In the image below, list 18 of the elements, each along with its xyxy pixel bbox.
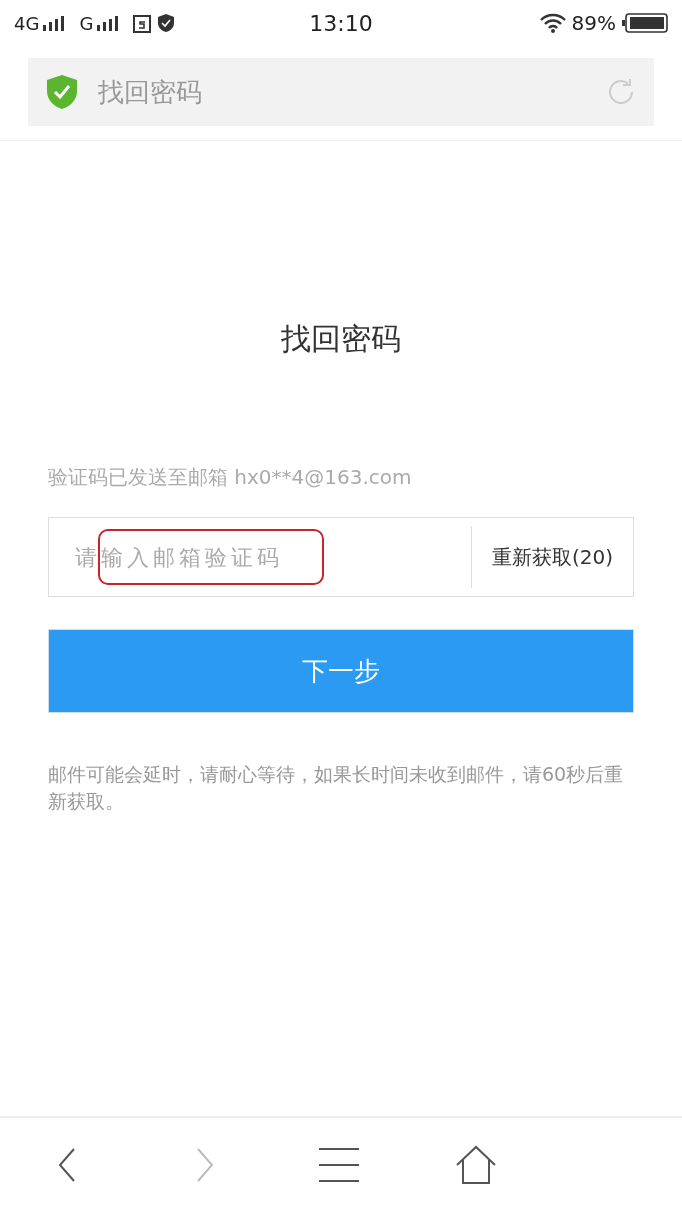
battery-icon bbox=[622, 13, 668, 33]
address-bar[interactable]: 找回密码 bbox=[28, 58, 654, 126]
page-title: 找回密码 bbox=[98, 75, 203, 109]
clock: 13:10 bbox=[309, 10, 373, 36]
home-icon[interactable] bbox=[455, 1145, 497, 1185]
signal-icon bbox=[43, 15, 66, 31]
sim-card-icon bbox=[133, 13, 152, 33]
signal-icon bbox=[97, 15, 120, 31]
network-label: 4G bbox=[14, 12, 40, 34]
info-text: 验证码已发送至邮箱 hx0**4@163.com bbox=[48, 464, 413, 491]
battery-percent: 89% bbox=[571, 11, 616, 35]
shield-icon bbox=[157, 13, 176, 33]
menu-icon[interactable] bbox=[319, 1145, 361, 1185]
next-button[interactable]: 下一步 bbox=[48, 629, 634, 713]
heading: 找回密码 bbox=[280, 320, 402, 358]
network-label: G bbox=[79, 12, 94, 34]
note-text: 邮件可能会延时，请耐心等待，如果长时间未收到邮件，请60秒后重新获取。 bbox=[48, 762, 625, 814]
wifi-icon bbox=[539, 13, 566, 33]
